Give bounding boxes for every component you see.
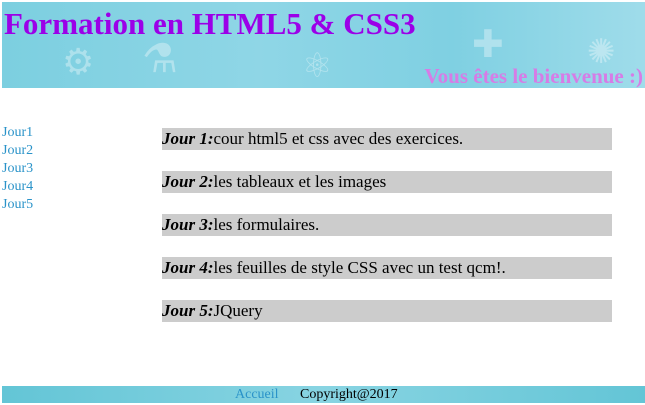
sidebar-item-jour1[interactable]: Jour1 bbox=[2, 124, 33, 142]
day-list: Jour 1:cour html5 et css avec des exerci… bbox=[162, 128, 612, 343]
day-label: Jour 3: bbox=[162, 215, 214, 234]
footer: Accueil Copyright@2017 bbox=[2, 386, 645, 403]
day-row-2: Jour 2:les tableaux et les images bbox=[162, 171, 612, 193]
sidebar-item-jour2[interactable]: Jour2 bbox=[2, 142, 33, 160]
sidebar-item-jour3[interactable]: Jour3 bbox=[2, 160, 33, 178]
page: ✺ ✚ ⚗ ⚙ ⚛ Formation en HTML5 & CSS3 Vous… bbox=[0, 0, 645, 405]
day-label: Jour 4: bbox=[162, 258, 214, 277]
gear-icon: ⚙ bbox=[62, 42, 95, 83]
day-label: Jour 2: bbox=[162, 172, 214, 191]
day-row-3: Jour 3:les formulaires. bbox=[162, 214, 612, 236]
sidebar-item-jour5[interactable]: Jour5 bbox=[2, 196, 33, 214]
copyright-text: Copyright@2017 bbox=[300, 387, 398, 402]
day-description: les tableaux et les images bbox=[213, 172, 387, 191]
day-label: Jour 5: bbox=[162, 301, 214, 320]
day-description: les formulaires. bbox=[213, 215, 320, 234]
day-label: Jour 1: bbox=[162, 129, 214, 148]
flask-icon: ⚗ bbox=[142, 36, 178, 82]
welcome-message: Vous êtes le bienvenue :) bbox=[424, 64, 643, 88]
day-description: les feuilles de style CSS avec un test q… bbox=[213, 258, 506, 277]
day-row-1: Jour 1:cour html5 et css avec des exerci… bbox=[162, 128, 612, 150]
header-banner: ✺ ✚ ⚗ ⚙ ⚛ Formation en HTML5 & CSS3 Vous… bbox=[2, 2, 645, 88]
day-description: cour html5 et css avec des exercices. bbox=[213, 129, 464, 148]
atom-icon: ⚛ bbox=[302, 46, 333, 86]
home-link[interactable]: Accueil bbox=[235, 386, 279, 403]
sidebar-item-jour4[interactable]: Jour4 bbox=[2, 178, 33, 196]
page-title: Formation en HTML5 & CSS3 bbox=[4, 6, 416, 41]
day-row-5: Jour 5:JQuery bbox=[162, 300, 612, 322]
sidebar-nav: Jour1 Jour2 Jour3 Jour4 Jour5 bbox=[2, 124, 33, 214]
day-description: JQuery bbox=[213, 301, 263, 320]
plus-icon: ✚ bbox=[472, 22, 504, 66]
day-row-4: Jour 4:les feuilles de style CSS avec un… bbox=[162, 257, 612, 279]
